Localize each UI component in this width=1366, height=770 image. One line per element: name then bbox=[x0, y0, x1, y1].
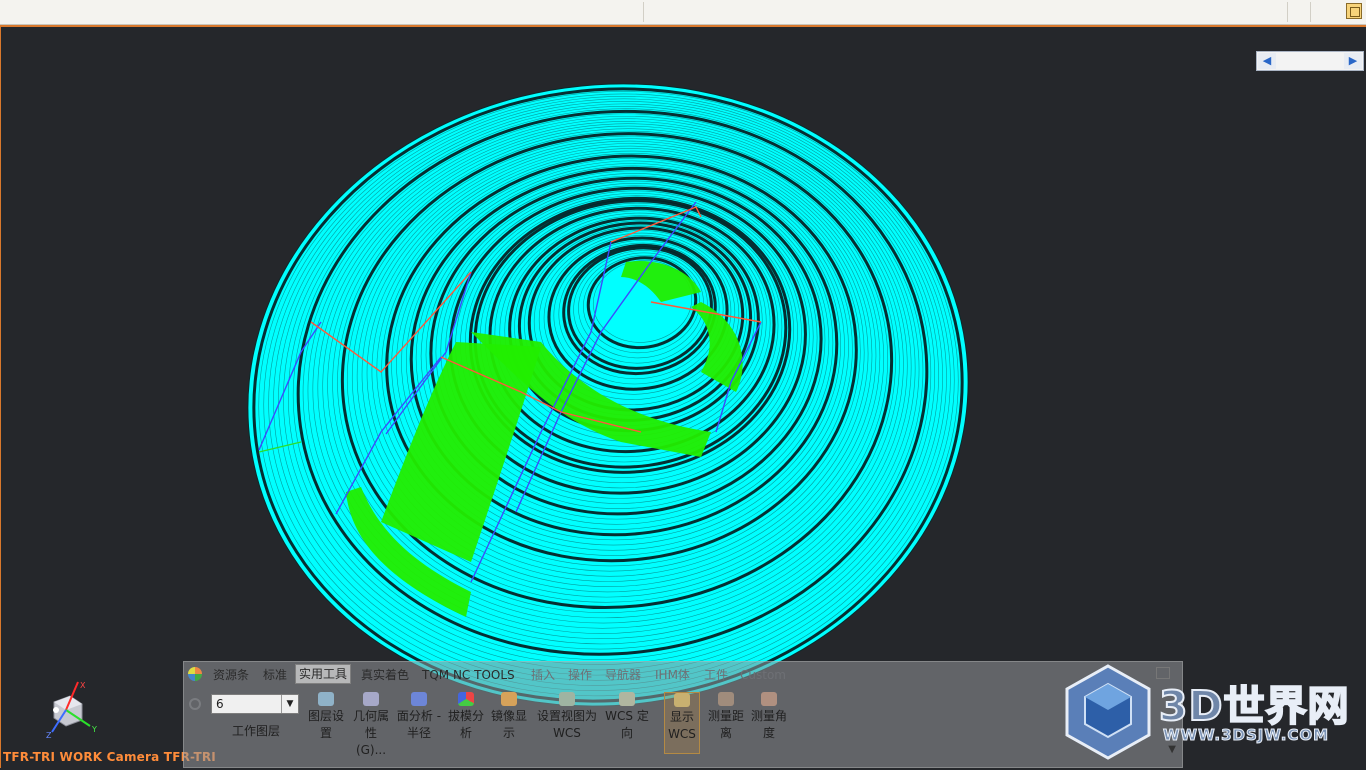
toolbar-separator bbox=[1287, 2, 1288, 22]
geometry-properties-icon bbox=[363, 692, 379, 706]
triad-x-label: X bbox=[80, 681, 86, 690]
triad-z-label: Z bbox=[46, 731, 52, 740]
toolpath-model-view bbox=[247, 83, 969, 707]
face-analysis-radius-button[interactable]: 面分析 - 半径 bbox=[395, 692, 443, 742]
set-view-wcs-icon bbox=[559, 692, 575, 706]
geometry-properties-button[interactable]: 几何属 性(G)... bbox=[350, 692, 392, 759]
layer-settings-button[interactable]: 图层设置 bbox=[306, 692, 346, 742]
tab-true-shading[interactable]: 真实着色 bbox=[358, 666, 412, 684]
mirror-display-button[interactable]: 镜像显示 bbox=[489, 692, 529, 742]
mirror-display-icon bbox=[501, 692, 517, 706]
tab-standard[interactable]: 标准 bbox=[260, 666, 290, 684]
tab-tqm-nc-tools[interactable]: TQM NC TOOLS bbox=[419, 666, 518, 684]
draft-analysis-button[interactable]: 拔模分析 bbox=[446, 692, 486, 742]
scroll-right-icon[interactable]: ▶ bbox=[1344, 53, 1362, 69]
tab-resource-bar[interactable]: 资源条 bbox=[210, 666, 252, 684]
display-wcs-button[interactable]: 显示 WCS bbox=[664, 692, 700, 754]
wcs-orient-icon bbox=[619, 692, 635, 706]
top-toolbar-strip bbox=[0, 0, 1366, 25]
measure-angle-icon bbox=[761, 692, 777, 706]
layer-settings-icon bbox=[318, 692, 334, 706]
measure-distance-icon bbox=[718, 692, 734, 706]
toolbar-separator bbox=[1310, 2, 1311, 22]
face-analysis-icon bbox=[411, 692, 427, 706]
coordinate-triad: X Y Z bbox=[46, 681, 97, 740]
work-layer-value: 6 bbox=[216, 697, 224, 711]
cube-logo-icon bbox=[1065, 664, 1151, 760]
tab-workpiece[interactable]: 工件 bbox=[701, 666, 731, 684]
display-wcs-icon bbox=[674, 693, 690, 707]
set-view-to-wcs-button[interactable]: 设置视图为 WCS bbox=[534, 692, 600, 742]
draft-analysis-icon bbox=[458, 692, 474, 706]
measure-distance-button[interactable]: 测量距离 bbox=[706, 692, 746, 742]
ribbon-toolbar: 资源条 标准 实用工具 真实着色 TQM NC TOOLS 插入 操作 导航器 … bbox=[183, 661, 1183, 768]
chevron-down-icon[interactable]: ▼ bbox=[281, 695, 298, 713]
tab-operation[interactable]: 操作 bbox=[565, 666, 595, 684]
work-layer-label: 工作图层 bbox=[232, 724, 281, 738]
wcs-orient-button[interactable]: WCS 定向 bbox=[603, 692, 651, 742]
tab-ihm-body[interactable]: IHM体 bbox=[652, 666, 693, 684]
tab-custom[interactable]: Custom bbox=[737, 666, 789, 684]
scroll-left-icon[interactable]: ◀ bbox=[1258, 53, 1276, 69]
watermark-logo: 3D世界网 WWW.3DSJW.COM bbox=[1063, 662, 1363, 766]
watermark-url: WWW.3DSJW.COM bbox=[1162, 726, 1330, 745]
horizontal-scroller[interactable]: ◀ ▶ bbox=[1256, 51, 1364, 71]
app-logo-icon[interactable] bbox=[188, 667, 202, 681]
tab-navigator[interactable]: 导航器 bbox=[602, 666, 644, 684]
measure-angle-button[interactable]: 测量角度 bbox=[749, 692, 789, 742]
triad-y-label: Y bbox=[91, 725, 97, 734]
tab-utilities[interactable]: 实用工具 bbox=[295, 664, 352, 684]
work-layer-input[interactable]: 6 ▼ bbox=[211, 694, 299, 714]
graphics-viewport[interactable]: ◀ ▶ bbox=[0, 25, 1366, 768]
gear-icon[interactable] bbox=[189, 698, 201, 710]
watermark-title: 3D世界网 bbox=[1158, 681, 1350, 731]
restore-window-icon[interactable] bbox=[1346, 3, 1362, 19]
toolbar-separator bbox=[643, 2, 644, 22]
ribbon-tabs: 资源条 标准 实用工具 真实着色 TQM NC TOOLS 插入 操作 导航器 … bbox=[184, 662, 1182, 687]
tab-insert[interactable]: 插入 bbox=[528, 666, 558, 684]
